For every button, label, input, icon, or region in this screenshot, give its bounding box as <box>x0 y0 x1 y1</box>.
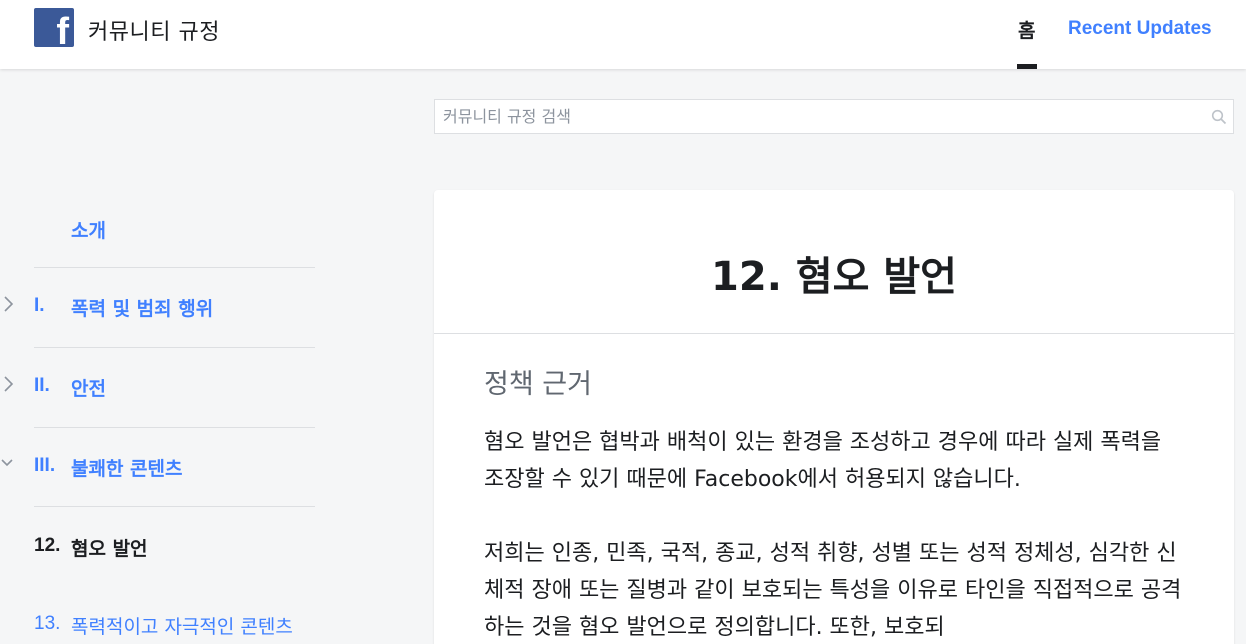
search-input[interactable] <box>435 100 1205 133</box>
sidebar-item-number: I. <box>34 295 45 316</box>
article-title: 12. 혐오 발언 <box>711 254 957 300</box>
sidebar-item-label: 혐오 발언 <box>71 538 148 560</box>
active-nav-indicator <box>1017 64 1037 69</box>
sidebar-item-objectionable-content[interactable]: III. 불쾌한 콘텐츠 <box>0 430 320 510</box>
sidebar-item-label: 불쾌한 콘텐츠 <box>71 458 183 480</box>
sidebar-item-number: II. <box>34 375 50 396</box>
search-icon[interactable] <box>1211 109 1227 125</box>
sidebar-item-label: 소개 <box>71 220 106 242</box>
sidebar-item-safety[interactable]: II. 안전 <box>0 350 320 430</box>
article-paragraph: 저희는 인종, 민족, 국적, 종교, 성적 취향, 성별 또는 성적 정체성,… <box>484 541 1182 640</box>
chevron-down-icon[interactable] <box>0 456 14 470</box>
top-header: f 커뮤니티 규정 홈 Recent Updates <box>0 0 1246 69</box>
chevron-right-icon[interactable] <box>2 294 14 314</box>
sidebar-item-intro[interactable]: 소개 <box>0 190 320 270</box>
sidebar-divider <box>34 267 315 268</box>
sidebar-item-number: 12. <box>34 535 61 556</box>
article-card: 12. 혐오 발언 정책 근거 혐오 발언은 협박과 배척이 있는 환경을 조성… <box>434 190 1234 644</box>
title-divider <box>434 333 1234 334</box>
facebook-logo-icon[interactable]: f <box>34 8 74 47</box>
sidebar-item-label: 폭력적이고 자극적인 콘텐츠 <box>71 616 293 638</box>
article-paragraph: 혐오 발언은 협박과 배척이 있는 환경을 조성하고 경우에 따라 실제 폭력을… <box>484 430 1162 492</box>
sidebar-divider <box>34 347 315 348</box>
nav-recent-updates-link[interactable]: Recent Updates <box>1068 18 1212 40</box>
sidebar-divider <box>34 427 315 428</box>
section-title: 정책 근거 <box>484 369 592 400</box>
sidebar-item-hate-speech[interactable]: 12. 혐오 발언 <box>0 510 320 590</box>
sidebar-item-label: 안전 <box>71 378 106 400</box>
logo-letter: f <box>56 11 69 47</box>
site-title[interactable]: 커뮤니티 규정 <box>88 14 220 46</box>
chevron-right-icon[interactable] <box>2 374 14 394</box>
sidebar-item-number: 13. <box>34 613 61 634</box>
sidebar-item-number: III. <box>34 455 56 476</box>
sidebar-item-graphic-violence[interactable]: 13. 폭력적이고 자극적인 콘텐츠 <box>0 590 320 644</box>
nav-home-link[interactable]: 홈 <box>1018 16 1035 43</box>
sidebar-item-label: 폭력 및 범죄 행위 <box>71 298 214 320</box>
sidebar-divider <box>34 506 315 507</box>
sidebar-item-violence-crime[interactable]: I. 폭력 및 범죄 행위 <box>0 270 320 350</box>
search-box <box>434 99 1234 134</box>
